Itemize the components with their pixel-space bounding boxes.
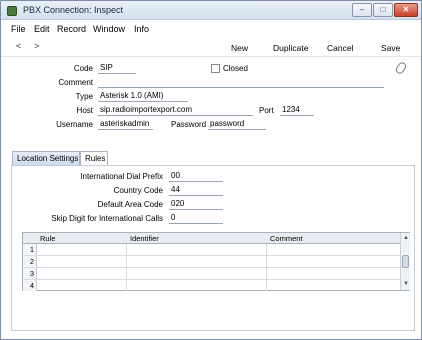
menu-bar: File Edit Record Window Info	[1, 20, 421, 37]
identifier-cell[interactable]	[127, 280, 267, 291]
maximize-button[interactable]: □	[373, 3, 393, 17]
intl-dial-prefix-label: International Dial Prefix	[80, 172, 163, 181]
app-icon	[7, 6, 17, 16]
grid-header: Rule Identifier Comment	[23, 233, 400, 244]
identifier-cell[interactable]	[127, 268, 267, 279]
comment-cell[interactable]	[267, 256, 400, 267]
row-number: 2	[23, 256, 37, 267]
previous-record-button[interactable]: <	[16, 41, 21, 51]
toolbar: < > New Duplicate Cancel Save	[1, 37, 421, 57]
username-field[interactable]: asteriskadmin	[98, 119, 153, 130]
row-number: 3	[23, 268, 37, 279]
next-record-button[interactable]: >	[34, 41, 39, 51]
rules-grid: Rule Identifier Comment 1 2 3 4 ▲ ▼	[22, 232, 410, 291]
identifier-cell[interactable]	[127, 256, 267, 267]
menu-window[interactable]: Window	[93, 24, 125, 34]
scroll-thumb[interactable]	[402, 255, 409, 268]
cancel-button[interactable]: Cancel	[327, 43, 353, 53]
duplicate-button[interactable]: Duplicate	[273, 43, 308, 53]
column-header-comment[interactable]: Comment	[270, 234, 303, 243]
rule-cell[interactable]	[37, 256, 127, 267]
port-label: Port	[259, 106, 274, 115]
country-code-label: Country Code	[113, 186, 163, 195]
column-header-identifier[interactable]: Identifier	[130, 234, 159, 243]
identifier-cell[interactable]	[127, 244, 267, 255]
menu-edit[interactable]: Edit	[34, 24, 50, 34]
menu-file[interactable]: File	[11, 24, 26, 34]
save-button[interactable]: Save	[381, 43, 400, 53]
closed-label: Closed	[223, 64, 248, 73]
table-row[interactable]: 1	[23, 244, 400, 256]
scroll-down-icon[interactable]: ▼	[403, 281, 409, 287]
scroll-up-icon[interactable]: ▲	[403, 235, 409, 241]
closed-checkbox[interactable]	[211, 64, 220, 73]
comment-cell[interactable]	[267, 244, 400, 255]
rule-cell[interactable]	[37, 244, 127, 255]
menu-record[interactable]: Record	[57, 24, 86, 34]
country-code-field[interactable]: 44	[169, 185, 223, 196]
rule-cell[interactable]	[37, 268, 127, 279]
comment-label: Comment	[58, 78, 93, 87]
table-row[interactable]: 3	[23, 268, 400, 280]
column-header-rule[interactable]: Rule	[40, 234, 55, 243]
paperclip-icon[interactable]	[394, 60, 408, 76]
table-row[interactable]: 4	[23, 280, 400, 292]
title-bar[interactable]: PBX Connection: Inspect – □ ✕	[1, 1, 421, 20]
close-button[interactable]: ✕	[394, 3, 418, 17]
skip-digit-label: Skip Digit for International Calls	[51, 214, 163, 223]
rule-cell[interactable]	[37, 280, 127, 291]
row-number: 4	[23, 280, 37, 291]
code-field[interactable]: SIP	[98, 63, 136, 74]
window-title: PBX Connection: Inspect	[23, 5, 124, 15]
username-label: Username	[56, 120, 93, 129]
host-field[interactable]: sip.radioimportexport.com	[98, 105, 253, 116]
intl-dial-prefix-field[interactable]: 00	[169, 171, 223, 182]
skip-digit-field[interactable]: 0	[169, 213, 223, 224]
grid-scrollbar[interactable]: ▲ ▼	[400, 233, 410, 290]
password-field[interactable]: password	[208, 119, 266, 130]
row-number: 1	[23, 244, 37, 255]
comment-field[interactable]	[98, 77, 384, 88]
tab-rules[interactable]: Rules	[80, 151, 108, 166]
pbx-connection-window: PBX Connection: Inspect – □ ✕ File Edit …	[0, 0, 422, 340]
tab-location-settings[interactable]: Location Settings	[12, 151, 80, 166]
minimize-button[interactable]: –	[352, 3, 372, 17]
password-label: Password	[171, 120, 207, 129]
comment-cell[interactable]	[267, 268, 400, 279]
menu-info[interactable]: Info	[134, 24, 149, 34]
default-area-code-label: Default Area Code	[97, 200, 163, 209]
table-row[interactable]: 2	[23, 256, 400, 268]
code-label: Code	[73, 64, 93, 73]
new-button[interactable]: New	[231, 43, 248, 53]
type-field[interactable]: Asterisk 1.0 (AMI)	[98, 91, 188, 102]
host-label: Host	[76, 106, 93, 115]
type-label: Type	[75, 92, 93, 101]
default-area-code-field[interactable]: 020	[169, 199, 223, 210]
port-field[interactable]: 1234	[280, 105, 314, 116]
comment-cell[interactable]	[267, 280, 400, 291]
